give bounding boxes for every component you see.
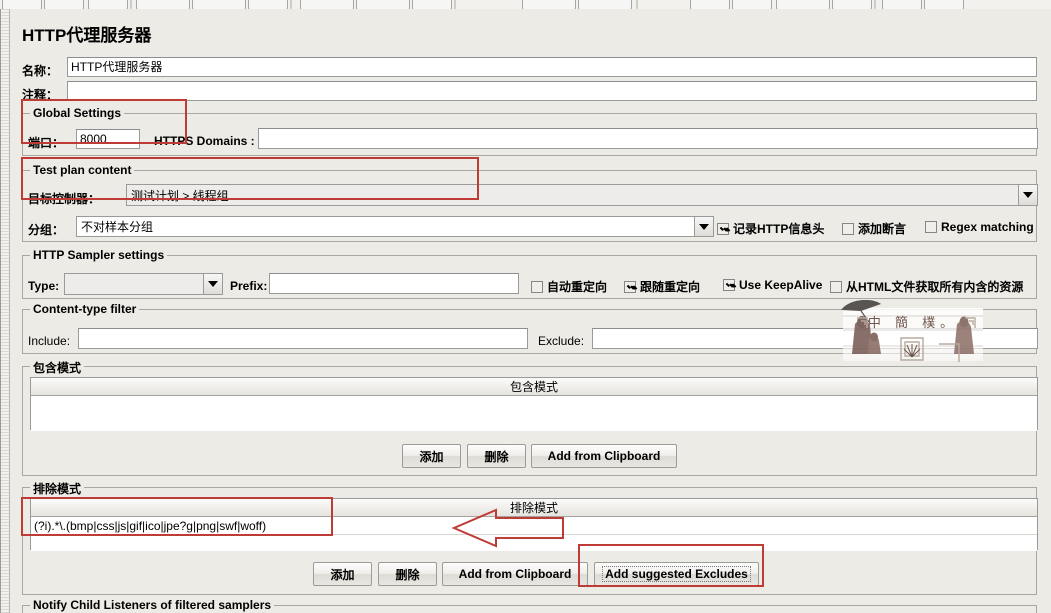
port-label: 端口： [28, 136, 65, 150]
checkbox-label: Use KeepAlive [739, 278, 823, 292]
include-add-from-clipboard-button[interactable]: Add from Clipboard [531, 444, 677, 468]
checkbox-regex-matching[interactable]: Regex matching [925, 220, 1034, 234]
notify-child-listeners-title: Notify Child Listeners of filtered sampl… [30, 598, 275, 612]
include-patterns-column-header: 包含模式 [31, 378, 1037, 396]
include-patterns-empty-body[interactable] [31, 396, 1037, 431]
proxy-server-window: HTTP代理服务器 名称： HTTP代理服务器 注释： Global Setti… [0, 9, 1051, 613]
toolbar-separator [130, 0, 132, 9]
toolbar-separator [454, 0, 456, 9]
chevron-down-icon[interactable] [203, 274, 222, 294]
checkbox-add-assertions[interactable]: 添加断言 [842, 220, 906, 237]
exclude-patterns-empty-body[interactable] [31, 535, 1037, 551]
exclude-add-from-clipboard-button[interactable]: Add from Clipboard [442, 562, 588, 586]
exclude-input[interactable] [592, 328, 1038, 349]
checkbox-label: Regex matching [941, 220, 1034, 234]
name-label: 名称： [22, 64, 59, 78]
target-controller-combo[interactable]: 测试计划 > 线程组 [126, 184, 1038, 206]
screenshot-root: HTTP代理服务器 名称： HTTP代理服务器 注释： Global Setti… [0, 0, 1051, 613]
split-pane-divider[interactable] [1, 9, 10, 613]
type-combo[interactable] [64, 273, 223, 295]
chevron-down-icon[interactable] [694, 217, 713, 236]
prefix-label: Prefix: [230, 279, 268, 293]
http-sampler-settings-title: HTTP Sampler settings [30, 248, 168, 262]
include-patterns-table[interactable]: 包含模式 [30, 377, 1038, 431]
type-label: Type: [28, 279, 60, 293]
checkbox-box [531, 280, 543, 293]
checkbox-label: 记录HTTP信息头 [733, 222, 825, 236]
checkbox-follow-redirect[interactable]: 跟随重定向 [624, 278, 700, 295]
include-add-button[interactable]: 添加 [402, 444, 461, 468]
checkbox-box [925, 221, 937, 233]
checkbox-auto-redirect[interactable]: 自动重定向 [531, 278, 607, 295]
checkbox-box [723, 279, 735, 291]
checkbox-box [830, 280, 842, 293]
exclude-patterns-title: 排除模式 [30, 480, 85, 497]
checkbox-label: 添加断言 [858, 222, 907, 236]
toolbar-separator [290, 0, 292, 9]
checkbox-record-http-headers[interactable]: 记录HTTP信息头 [717, 220, 824, 237]
toolbar-separator [874, 0, 876, 9]
notify-child-listeners-group: Notify Child Listeners of filtered sampl… [22, 598, 1037, 613]
exclude-patterns-column-header: 排除模式 [31, 499, 1037, 517]
checkbox-box [624, 280, 636, 293]
test-plan-content-title: Test plan content [30, 163, 135, 177]
https-domains-input[interactable] [258, 128, 1038, 149]
include-patterns-title: 包含模式 [30, 359, 85, 376]
https-domains-label: HTTPS Domains : [154, 134, 255, 148]
exclude-delete-button[interactable]: 删除 [378, 562, 437, 586]
checkbox-box [717, 222, 729, 235]
chevron-down-icon[interactable] [1018, 185, 1037, 205]
include-delete-button[interactable]: 删除 [467, 444, 526, 468]
include-label: Include: [28, 334, 71, 348]
grouping-value: 不对样本分组 [81, 220, 154, 234]
toolbar-separator [636, 0, 638, 9]
page-title: HTTP代理服务器 [22, 26, 152, 45]
checkbox-label: 自动重定向 [547, 280, 608, 294]
exclude-label: Exclude: [538, 334, 585, 348]
checkbox-use-keepalive[interactable]: Use KeepAlive [723, 278, 822, 292]
grouping-combo[interactable]: 不对样本分组 [76, 216, 714, 237]
target-controller-label: 目标控制器： [28, 192, 101, 206]
global-settings-title: Global Settings [30, 106, 125, 120]
include-input[interactable] [78, 328, 528, 349]
prefix-input[interactable] [269, 273, 519, 294]
comment-label: 注释： [22, 88, 59, 102]
checkbox-label: 跟随重定向 [640, 280, 701, 294]
content-type-filter-title: Content-type filter [30, 302, 140, 316]
port-input[interactable]: 8000 [76, 129, 140, 149]
checkbox-box [842, 222, 854, 235]
add-suggested-excludes-button[interactable]: Add suggested Excludes [594, 562, 759, 586]
exclude-patterns-table[interactable]: 排除模式 (?i).*\.(bmp|css|js|gif|ico|jpe?g|p… [30, 498, 1038, 551]
name-input[interactable]: HTTP代理服务器 [67, 57, 1037, 77]
checkbox-label: 从HTML文件获取所有内含的资源 [846, 280, 1024, 294]
exclude-add-button[interactable]: 添加 [313, 562, 372, 586]
table-row[interactable]: (?i).*\.(bmp|css|js|gif|ico|jpe?g|png|sw… [31, 517, 1037, 535]
target-controller-value: 测试计划 > 线程组 [131, 188, 229, 203]
checkbox-retrieve-embedded-resources[interactable]: 从HTML文件获取所有内含的资源 [830, 278, 1023, 295]
comment-input[interactable] [67, 81, 1037, 101]
grouping-label: 分组： [28, 223, 65, 237]
proxy-settings-panel: HTTP代理服务器 名称： HTTP代理服务器 注释： Global Setti… [10, 9, 1051, 613]
